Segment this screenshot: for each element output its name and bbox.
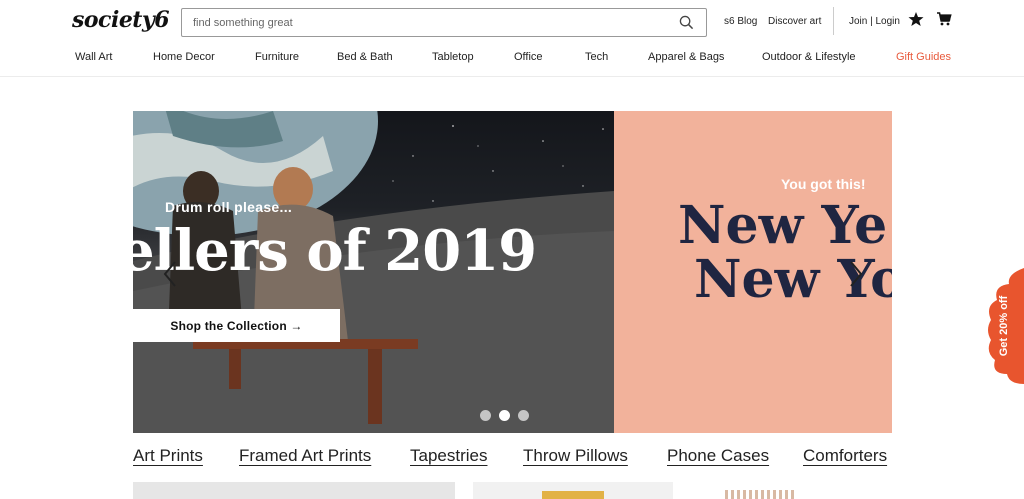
- nav-tabletop[interactable]: Tabletop: [432, 51, 474, 63]
- cart-icon[interactable]: [936, 11, 952, 27]
- nav-gift-guides[interactable]: Gift Guides: [896, 51, 951, 63]
- category-strip: Art Prints Framed Art Prints Tapestries …: [0, 446, 1024, 472]
- divider: [833, 7, 834, 35]
- category-comforters[interactable]: Comforters: [803, 446, 887, 466]
- nav-apparel-bags[interactable]: Apparel & Bags: [648, 51, 724, 63]
- promo-tab[interactable]: Get 20% off: [985, 268, 1024, 384]
- product-tile-framed[interactable]: [473, 482, 673, 499]
- nav-furniture[interactable]: Furniture: [255, 51, 299, 63]
- category-nav: Wall Art Home Decor Furniture Bed & Bath…: [0, 46, 1024, 68]
- carousel-dots: [480, 410, 529, 421]
- nav-outdoor-lifestyle[interactable]: Outdoor & Lifestyle: [762, 51, 856, 63]
- logo[interactable]: society6: [72, 7, 170, 33]
- carousel-dot-2[interactable]: [499, 410, 510, 421]
- header-divider: [0, 76, 1024, 77]
- top-bar: society6 s6 Blog Discover art Join | Log…: [0, 0, 1024, 44]
- category-framed-art-prints[interactable]: Framed Art Prints: [239, 446, 371, 466]
- category-phone-cases[interactable]: Phone Cases: [667, 446, 769, 466]
- search-box: [181, 8, 707, 37]
- hero-slide-current[interactable]: Drum roll please... ellers of 2019 Shop …: [133, 111, 614, 433]
- chevron-right-icon[interactable]: [847, 259, 865, 289]
- carousel-dot-3[interactable]: [518, 410, 529, 421]
- join-login-link[interactable]: Join | Login: [849, 16, 900, 27]
- category-art-prints[interactable]: Art Prints: [133, 446, 203, 466]
- nav-wall-art[interactable]: Wall Art: [75, 51, 113, 63]
- carousel-dot-1[interactable]: [480, 410, 491, 421]
- category-tapestries[interactable]: Tapestries: [410, 446, 487, 466]
- discover-art-link[interactable]: Discover art: [768, 16, 821, 27]
- next-slide-kicker: You got this!: [781, 176, 866, 192]
- nav-bed-bath[interactable]: Bed & Bath: [337, 51, 393, 63]
- search-icon[interactable]: [679, 15, 694, 30]
- hero-kicker: Drum roll please...: [165, 199, 293, 215]
- star-icon[interactable]: [908, 11, 924, 27]
- nav-office[interactable]: Office: [514, 51, 543, 63]
- next-slide-title-line-1: New Ye: [678, 195, 888, 256]
- next-slide-title: New Ye New Yo: [678, 199, 892, 307]
- category-throw-pillows[interactable]: Throw Pillows: [523, 446, 628, 466]
- nav-tech[interactable]: Tech: [585, 51, 608, 63]
- frame-thumbnail: [542, 491, 604, 499]
- product-tile-art-prints[interactable]: [133, 482, 455, 499]
- pattern-thumbnail: [725, 490, 795, 499]
- chevron-left-icon[interactable]: [161, 259, 179, 289]
- blog-link[interactable]: s6 Blog: [724, 16, 757, 27]
- product-tile-pattern[interactable]: [725, 482, 795, 499]
- nav-home-decor[interactable]: Home Decor: [153, 51, 215, 63]
- promo-label: Get 20% off: [998, 295, 1010, 357]
- search-input[interactable]: [182, 9, 662, 36]
- hero-title: ellers of 2019: [133, 218, 537, 284]
- shop-collection-button[interactable]: Shop the Collection →: [133, 309, 340, 342]
- hero-carousel: Drum roll please... ellers of 2019 Shop …: [133, 111, 892, 433]
